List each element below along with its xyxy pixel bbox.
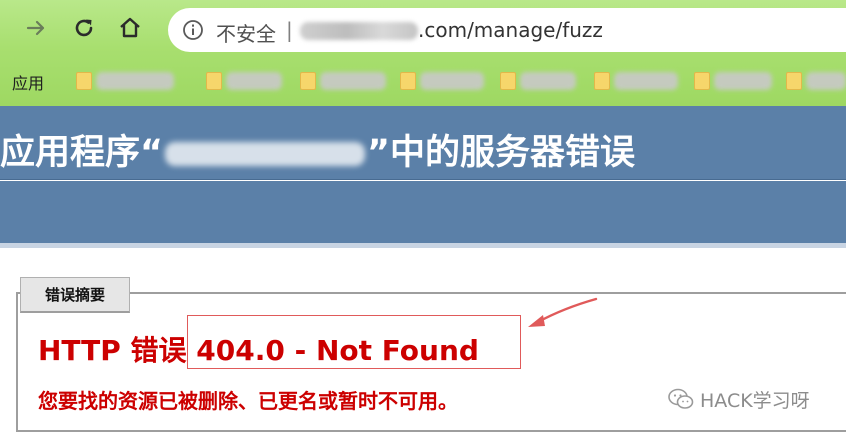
bookmark-apps[interactable]: 应用 xyxy=(12,70,44,94)
home-icon xyxy=(120,17,140,38)
folder-icon xyxy=(786,72,802,90)
bookmark-item[interactable] xyxy=(594,68,684,94)
annotation-arrow-icon xyxy=(528,297,598,327)
folder-icon xyxy=(300,72,316,90)
header-subbar xyxy=(0,181,846,243)
redacted-domain xyxy=(300,22,418,40)
reload-icon xyxy=(75,19,93,37)
watermark-text: HACK学习呀 xyxy=(700,389,810,412)
bookmark-item[interactable] xyxy=(206,68,286,94)
forward-button[interactable] xyxy=(18,10,54,46)
header-divider xyxy=(0,243,846,248)
bookmark-item[interactable] xyxy=(500,68,580,94)
bookmark-item[interactable] xyxy=(76,68,176,94)
forward-arrow-icon xyxy=(26,20,45,36)
bookmarks-bar: 应用 xyxy=(0,62,846,102)
url-text[interactable]: .com/manage/fuzz xyxy=(418,18,603,42)
address-bar[interactable]: 不安全 | .com/manage/fuzz xyxy=(168,8,846,52)
error-description: 您要找的资源已被删除、已更名或暂时不可用。 xyxy=(38,389,458,413)
title-suffix: ”中的服务器错误 xyxy=(367,133,636,173)
title-prefix: 应用程序“ xyxy=(0,133,164,173)
annotation-box xyxy=(187,315,521,369)
wechat-icon xyxy=(668,388,694,409)
folder-icon xyxy=(694,72,710,90)
home-button[interactable] xyxy=(112,10,148,46)
info-icon[interactable] xyxy=(182,19,204,41)
watermark: HACK学习呀 xyxy=(668,387,810,412)
folder-icon xyxy=(500,72,516,90)
bookmark-item[interactable] xyxy=(300,68,390,94)
page-title: 应用程序“ ”中的服务器错误 xyxy=(0,124,635,175)
folder-icon xyxy=(76,72,92,90)
reload-button[interactable] xyxy=(66,10,102,46)
security-label[interactable]: 不安全 xyxy=(216,18,276,47)
folder-icon xyxy=(594,72,610,90)
bookmark-item[interactable] xyxy=(694,68,774,94)
folder-icon xyxy=(206,72,222,90)
bookmark-item[interactable] xyxy=(786,68,846,94)
error-summary-legend: 错误摘要 xyxy=(20,277,130,313)
browser-toolbar: 不安全 | .com/manage/fuzz 应用 xyxy=(0,0,846,106)
folder-icon xyxy=(400,72,416,90)
bookmark-item[interactable] xyxy=(400,68,490,94)
http-error-prefix: HTTP 错误 xyxy=(38,334,187,367)
redacted-app-name xyxy=(165,142,366,166)
address-separator: | xyxy=(286,18,293,42)
